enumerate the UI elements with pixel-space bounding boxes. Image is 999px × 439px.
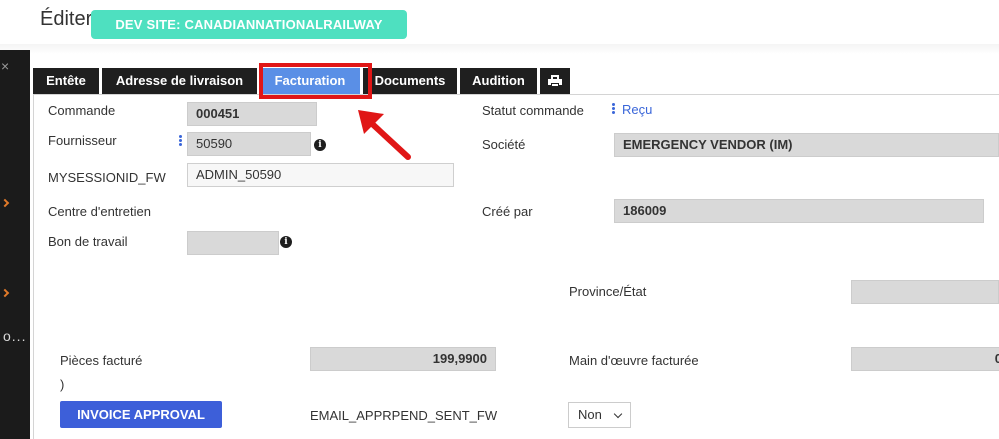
tab-entete[interactable]: Entête — [33, 68, 99, 94]
centre-entretien-label: Centre d'entretien — [48, 204, 151, 219]
page-title: Éditer — [40, 8, 93, 30]
sidebar-close-icon[interactable]: × — [1, 58, 9, 74]
tab-adresse-livraison[interactable]: Adresse de livraison — [102, 68, 257, 94]
mysessionid-label: MYSESSIONID_FW — [48, 170, 166, 185]
header-divider — [0, 44, 999, 54]
tab-audition[interactable]: Audition — [460, 68, 537, 94]
mysessionid-field[interactable]: ADMIN_50590 — [187, 163, 454, 187]
chevron-down-icon — [613, 409, 623, 419]
pieces-facture-label: Pièces facturé — [60, 353, 143, 368]
main-oeuvre-label: Main d'œuvre facturée — [569, 353, 699, 368]
commande-field: 000451 — [187, 102, 317, 126]
statut-menu-icon[interactable] — [612, 103, 616, 117]
bon-travail-field[interactable] — [187, 231, 279, 255]
email-sent-select[interactable]: Non — [568, 402, 631, 428]
red-arrow-annotation-icon — [358, 110, 411, 160]
highlight-annotation-box — [259, 63, 372, 99]
fournisseur-info-icon[interactable]: i — [314, 139, 326, 151]
fournisseur-label: Fournisseur — [48, 133, 117, 148]
cree-par-field: 186009 — [614, 199, 984, 223]
statut-commande-value[interactable]: Reçu — [622, 102, 652, 117]
cree-par-label: Créé par — [482, 204, 533, 219]
province-label: Province/État — [569, 284, 647, 299]
print-icon — [548, 75, 562, 87]
invoice-approval-button[interactable]: INVOICE APPROVAL — [60, 401, 222, 428]
email-sent-select-value: Non — [578, 407, 602, 422]
pieces-facture-field: 199,9900 — [310, 347, 496, 371]
tab-documents[interactable]: Documents — [363, 68, 457, 94]
tab-print[interactable] — [540, 68, 570, 94]
bon-travail-info-icon[interactable]: i — [280, 236, 292, 248]
pieces-suffix: ) — [60, 377, 65, 392]
bon-travail-label: Bon de travail — [48, 234, 128, 249]
commande-label: Commande — [48, 103, 116, 118]
email-sent-label: EMAIL_APPRPEND_SENT_FW — [310, 408, 498, 423]
province-field[interactable] — [851, 280, 999, 304]
fournisseur-menu-icon[interactable] — [179, 135, 183, 149]
left-sidebar[interactable] — [0, 50, 30, 439]
societe-label: Société — [482, 137, 526, 152]
main-oeuvre-field: 0 — [851, 347, 999, 371]
statut-commande-label: Statut commande — [482, 103, 584, 118]
sidebar-ellipsis[interactable]: o... — [3, 328, 26, 344]
environment-badge: DEV SITE: CANADIANNATIONALRAILWAY — [91, 10, 407, 39]
societe-field: EMERGENCY VENDOR (IM) — [614, 133, 999, 157]
fournisseur-field[interactable]: 50590 — [187, 132, 311, 156]
